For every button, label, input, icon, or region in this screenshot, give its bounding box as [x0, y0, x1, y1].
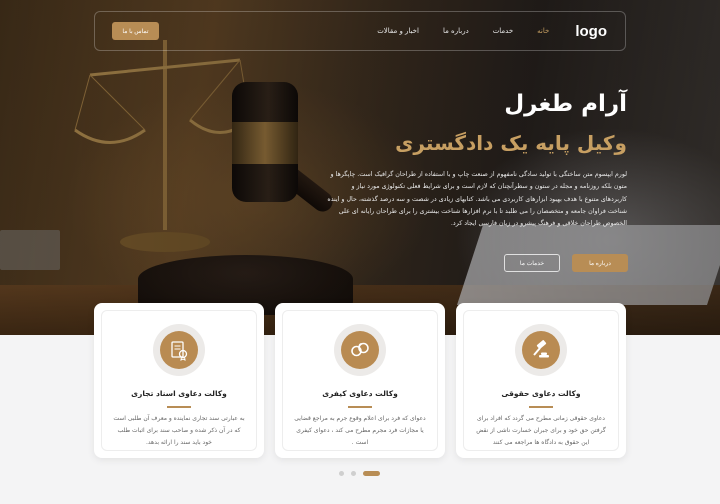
service-card-criminal[interactable]: وکالت دعاوی کیفری دعوای که فرد برای اعلا… [275, 303, 445, 458]
card-divider [167, 406, 191, 408]
hero-section: تماس با ما logo خانه خدمات درباره ما اخب… [0, 0, 720, 335]
about-button[interactable]: درباره ما [572, 254, 628, 272]
hero-name: آرام طغرل [504, 91, 627, 117]
contact-button[interactable]: تماس با ما [112, 22, 159, 40]
service-card-commercial[interactable]: وکالت دعاوی اسناد تجاری به عبارتی سند تج… [94, 303, 264, 458]
hero-text-block: آرام طغرل وکیل پایه یک دادگستری لورم ایپ… [327, 86, 627, 230]
nav-right-group: logo خانه خدمات درباره ما اخبار و مقالات [353, 23, 607, 40]
menu-item-services[interactable]: خدمات [493, 27, 513, 35]
site-logo[interactable]: logo [575, 23, 607, 40]
pagination-dot[interactable] [339, 471, 344, 476]
card-body: وکالت دعاوی حقوقی دعاوی حقوقی زمانی مطرح… [463, 310, 619, 451]
card-title: وکالت دعاوی کیفری [322, 389, 398, 398]
icon-ring [334, 324, 386, 376]
hero-description: لورم ایپسوم متن ساختگی با تولید سادگی نا… [327, 171, 627, 228]
menu-item-news[interactable]: اخبار و مقالات [377, 27, 419, 35]
gavel-icon [522, 331, 560, 369]
pagination-dot[interactable] [351, 471, 356, 476]
carousel-pagination [339, 471, 380, 476]
card-body: وکالت دعاوی کیفری دعوای که فرد برای اعلا… [282, 310, 438, 451]
card-text: دعاوی حقوقی زمانی مطرح می گردد که افراد … [476, 415, 606, 446]
top-navbar: تماس با ما logo خانه خدمات درباره ما اخب… [94, 11, 626, 51]
services-button[interactable]: خدمات ما [504, 254, 560, 272]
icon-ring [153, 324, 205, 376]
menu-item-about[interactable]: درباره ما [443, 27, 469, 35]
hero-title: وکیل پایه یک دادگستری [395, 131, 627, 155]
document-seal-icon [160, 331, 198, 369]
pagination-dot-active[interactable] [363, 471, 380, 476]
card-divider [529, 406, 553, 408]
card-title: وکالت دعاوی اسناد تجاری [131, 389, 227, 398]
card-text: دعوای که فرد برای اعلام وقوع جرم به مراج… [294, 415, 426, 446]
card-body: وکالت دعاوی اسناد تجاری به عبارتی سند تج… [101, 310, 257, 451]
main-menu: خانه خدمات درباره ما اخبار و مقالات [353, 27, 549, 35]
service-card-civil[interactable]: وکالت دعاوی حقوقی دعاوی حقوقی زمانی مطرح… [456, 303, 626, 458]
card-text: به عبارتی سند تجاری نماینده و معرف آن طل… [113, 415, 245, 446]
handcuffs-icon [341, 331, 379, 369]
card-divider [348, 406, 372, 408]
card-title: وکالت دعاوی حقوقی [501, 389, 581, 398]
hero-buttons: خدمات ما درباره ما [504, 254, 628, 272]
icon-ring [515, 324, 567, 376]
menu-item-home[interactable]: خانه [537, 27, 549, 35]
